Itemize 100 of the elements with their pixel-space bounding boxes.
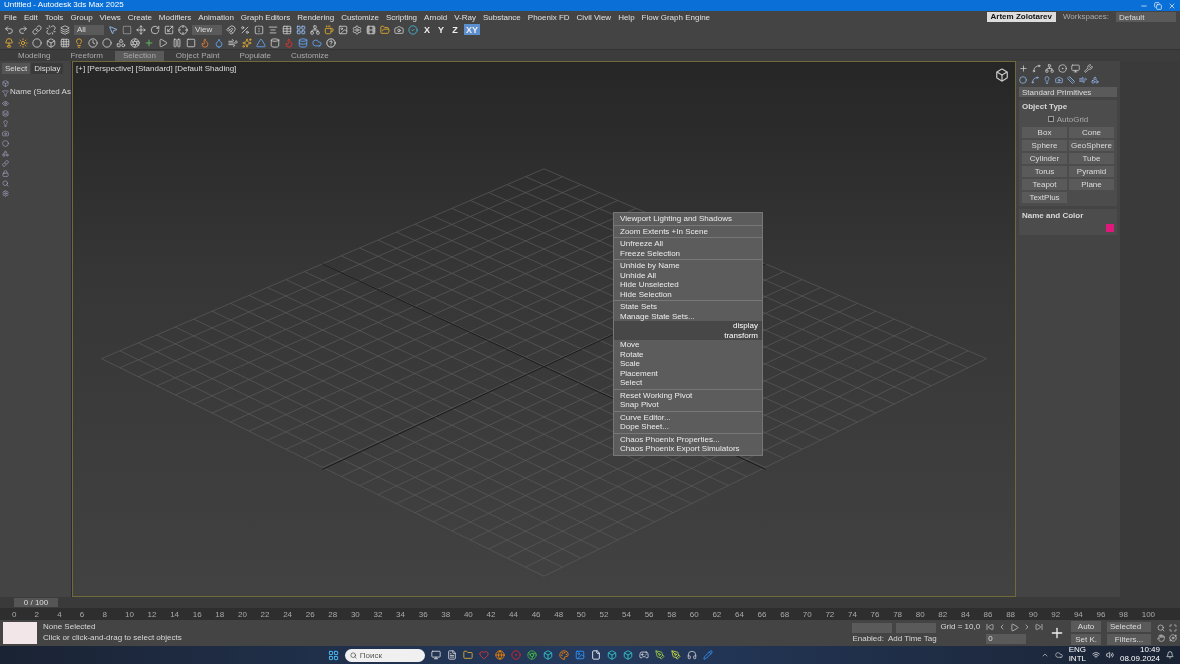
viewport-label[interactable]: [+] [Perspective] [Standard] [Default Shading]: [76, 64, 237, 73]
cylinder-icon[interactable]: [270, 37, 280, 48]
menu-item[interactable]: Substance: [483, 12, 521, 22]
taskbar-app-icon[interactable]: [558, 650, 569, 660]
taskbar-app-icon[interactable]: [606, 650, 617, 660]
autogrid-checkbox[interactable]: AutoGrid: [1047, 114, 1089, 124]
menu-item[interactable]: Graph Editors: [240, 12, 291, 22]
workspace-dropdown[interactable]: Default: [1116, 12, 1176, 22]
magnet-icon[interactable]: [226, 24, 236, 35]
volume-icon[interactable]: [1105, 651, 1114, 659]
taskbar-app-icon[interactable]: [670, 650, 681, 660]
primitive-button[interactable]: Cylinder: [1022, 152, 1067, 164]
ribbon-tab[interactable]: Freeform: [62, 50, 111, 61]
orbit-icon[interactable]: [1169, 634, 1177, 642]
pause-icon[interactable]: [172, 37, 182, 48]
frame-field[interactable]: 0: [986, 633, 1027, 644]
zoom-icon[interactable]: [1157, 624, 1165, 632]
settings-icon[interactable]: [352, 24, 362, 35]
clock-time[interactable]: 10:49: [1140, 646, 1160, 655]
menu-item[interactable]: Dope Sheet...: [614, 422, 762, 432]
restore-icon[interactable]: [1154, 1, 1162, 10]
menu-item[interactable]: Chaos Phoenix Properties...: [614, 434, 762, 444]
coordinate-system-dropdown[interactable]: View: [192, 24, 222, 35]
pointer-icon[interactable]: [108, 24, 118, 35]
filters-button[interactable]: Filters...: [1107, 633, 1151, 645]
menu-item[interactable]: Select: [614, 378, 762, 388]
link-icon[interactable]: [32, 24, 42, 35]
taskbar-search-field[interactable]: Поиск: [344, 648, 425, 662]
explorer-tab[interactable]: Select: [2, 63, 31, 74]
primitive-button[interactable]: Torus: [1022, 165, 1067, 177]
menu-item[interactable]: Unhide All: [614, 270, 762, 280]
rollout-title[interactable]: Object Type: [1022, 103, 1114, 112]
plus-icon[interactable]: [144, 37, 154, 48]
menu-item[interactable]: V-Ray: [454, 12, 476, 22]
light-icon[interactable]: [74, 37, 84, 48]
menu-item[interactable]: Customize: [341, 12, 379, 22]
grid-icon[interactable]: [296, 24, 306, 35]
menu-item[interactable]: Viewport Lighting and Shadows: [614, 214, 762, 224]
flame-icon[interactable]: [200, 37, 210, 48]
menu-item[interactable]: Reset Working Pivot: [614, 390, 762, 400]
database-icon[interactable]: [298, 37, 308, 48]
view-cube-icon[interactable]: [995, 68, 1009, 82]
menu-item[interactable]: Tools: [44, 12, 64, 22]
menu-item[interactable]: Create: [127, 12, 152, 22]
category-icon[interactable]: [1055, 76, 1063, 84]
taskbar-app-icon[interactable]: [542, 650, 553, 660]
primitive-button[interactable]: TextPlus: [1022, 191, 1067, 203]
redo-icon[interactable]: [18, 24, 28, 35]
menu-item[interactable]: Modifiers: [158, 12, 192, 22]
menu-item[interactable]: Zoom Extents +In Scene: [614, 226, 762, 236]
category-icon[interactable]: [1079, 76, 1087, 84]
rollout-title[interactable]: Name and Color: [1022, 211, 1114, 221]
cloud-icon[interactable]: [312, 37, 322, 48]
play-icon[interactable]: [1010, 622, 1020, 632]
notification-icon[interactable]: [1166, 651, 1174, 659]
stop-icon[interactable]: [186, 37, 196, 48]
selection-region-icon[interactable]: [122, 24, 132, 35]
unlink-icon[interactable]: [46, 24, 56, 35]
aperture-icon[interactable]: [130, 37, 140, 48]
primitive-button[interactable]: Box: [1022, 126, 1067, 138]
menu-item[interactable]: Scripting: [385, 12, 418, 22]
layout-indicator[interactable]: INTL: [1068, 655, 1086, 664]
taskbar-app-icon[interactable]: [462, 650, 473, 660]
menu-item[interactable]: Phoenix FD: [527, 12, 570, 22]
check-circle-icon[interactable]: [408, 24, 418, 35]
panel-tab-icon[interactable]: [1071, 64, 1080, 73]
cone-icon[interactable]: [256, 37, 266, 48]
primitive-button[interactable]: Teapot: [1022, 178, 1067, 190]
percent-icon[interactable]: [240, 24, 250, 35]
camera-icon[interactable]: [394, 24, 404, 35]
zoom-extents-icon[interactable]: [1169, 624, 1177, 632]
sphere-icon[interactable]: [32, 37, 42, 48]
wind-icon[interactable]: [228, 37, 238, 48]
ribbon-tab[interactable]: Object Paint: [167, 50, 228, 61]
pan-icon[interactable]: [1157, 634, 1165, 642]
menu-item[interactable]: Rotate: [614, 349, 762, 359]
clock-date[interactable]: 08.09.2024: [1119, 655, 1160, 664]
menu-item[interactable]: Views: [99, 12, 121, 22]
table-icon[interactable]: [282, 24, 292, 35]
panel-tab-icon[interactable]: [1019, 64, 1028, 73]
chevron-up-icon[interactable]: [1040, 651, 1049, 659]
user-account-button[interactable]: Artem Zolotarev: [986, 12, 1056, 22]
menu-item[interactable]: State Sets: [614, 302, 762, 312]
primitive-button[interactable]: Sphere: [1022, 139, 1067, 151]
taskbar-app-icon[interactable]: [526, 650, 537, 660]
wifi-icon[interactable]: [1091, 651, 1100, 659]
align-icon[interactable]: [268, 24, 278, 35]
teapot-icon[interactable]: [324, 24, 334, 35]
menu-item[interactable]: Snap Pivot: [614, 400, 762, 410]
close-icon[interactable]: [1168, 1, 1176, 10]
menu-item[interactable]: File: [4, 12, 17, 22]
menu-item[interactable]: Hide Selection: [614, 289, 762, 299]
image-icon[interactable]: [338, 24, 348, 35]
explorer-tab[interactable]: Display: [31, 63, 64, 74]
axis-constraint-button[interactable]: Y: [436, 24, 447, 35]
category-icon[interactable]: [1019, 76, 1027, 84]
layers-icon[interactable]: [60, 24, 70, 35]
sparkles-icon[interactable]: [242, 37, 252, 48]
menu-item[interactable]: Help: [618, 12, 635, 22]
undo-icon[interactable]: [4, 24, 14, 35]
